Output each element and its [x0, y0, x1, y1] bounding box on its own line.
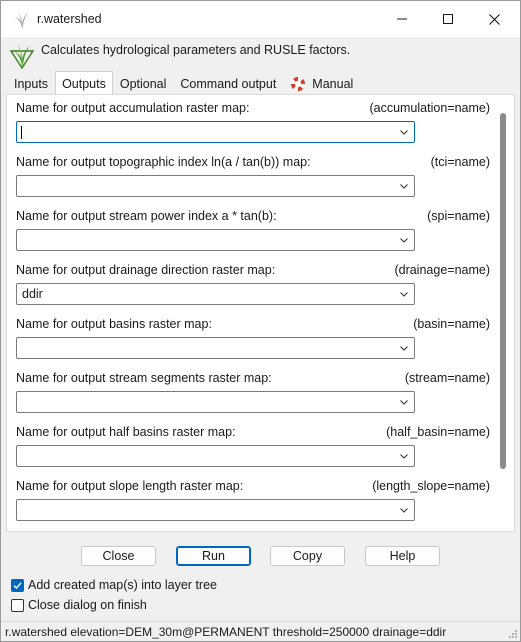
run-button[interactable]: Run: [176, 546, 251, 566]
text-caret: [21, 126, 22, 139]
title-bar[interactable]: r.watershed: [1, 1, 520, 37]
field-param: (half_basin=name): [386, 425, 490, 439]
field-param: (stream=name): [404, 371, 490, 385]
tab-bar: Inputs Outputs Optional Command output M…: [7, 71, 360, 95]
accumulation-combobox[interactable]: [16, 121, 415, 143]
lifebuoy-icon: [291, 76, 306, 91]
module-description: Calculates hydrological parameters and R…: [41, 43, 351, 57]
chevron-down-icon[interactable]: [398, 504, 410, 516]
half-basin-combobox[interactable]: [16, 445, 415, 467]
grass-logo-icon: [9, 44, 35, 69]
close-window-button[interactable]: [471, 1, 517, 37]
chevron-down-icon[interactable]: [398, 180, 410, 192]
tci-combobox[interactable]: [16, 175, 415, 197]
field-param: (basin=name): [413, 317, 490, 331]
tci-field: Name for output topographic index ln(a /…: [16, 155, 490, 201]
close-on-finish-checkbox[interactable]: Close dialog on finish: [11, 596, 271, 614]
maximize-button[interactable]: [425, 1, 471, 37]
close-button[interactable]: Close: [81, 546, 156, 566]
checkbox-label: Add created map(s) into layer tree: [28, 578, 217, 592]
basin-combobox[interactable]: [16, 337, 415, 359]
length-slope-combobox[interactable]: [16, 499, 415, 521]
resize-grip-icon[interactable]: [508, 629, 518, 639]
tab-label: Manual: [312, 76, 354, 91]
field-param: (accumulation=name): [369, 101, 490, 115]
tab-manual[interactable]: Manual: [283, 71, 360, 95]
tab-label: Outputs: [62, 76, 106, 91]
field-label: Name for output stream power index a * t…: [16, 209, 277, 223]
checkmark-icon: [13, 581, 22, 589]
minimize-button[interactable]: [379, 1, 425, 37]
field-label: Name for output accumulation raster map:: [16, 101, 250, 115]
field-label: Name for output slope length raster map:: [16, 479, 244, 493]
drainage-field: Name for output drainage direction raste…: [16, 263, 490, 309]
dialog-window: r.watershed Calculates hydrological para…: [0, 0, 521, 642]
tab-label: Inputs: [14, 76, 49, 91]
chevron-down-icon[interactable]: [398, 342, 410, 354]
field-param: (drainage=name): [394, 263, 490, 277]
chevron-down-icon[interactable]: [398, 396, 410, 408]
tab-label: Optional: [119, 76, 167, 91]
help-button[interactable]: Help: [365, 546, 440, 566]
close-icon: [488, 13, 500, 25]
basin-field: Name for output basins raster map: (basi…: [16, 317, 490, 363]
module-header: Calculates hydrological parameters and R…: [1, 37, 520, 71]
drainage-combobox[interactable]: ddir: [16, 283, 415, 305]
half-basin-field: Name for output half basins raster map: …: [16, 425, 490, 471]
accumulation-field: Name for output accumulation raster map:…: [16, 101, 490, 147]
field-label: Name for output stream segments raster m…: [16, 371, 272, 385]
tab-optional[interactable]: Optional: [113, 71, 174, 95]
window-title: r.watershed: [37, 12, 102, 26]
tab-label: Command output: [180, 76, 277, 91]
copy-button[interactable]: Copy: [270, 546, 345, 566]
checkbox-label: Close dialog on finish: [28, 598, 147, 612]
chevron-down-icon[interactable]: [398, 126, 410, 138]
grass-icon: [15, 12, 28, 28]
combobox-value: ddir: [22, 287, 43, 301]
chevron-down-icon[interactable]: [398, 288, 410, 300]
stream-field: Name for output stream segments raster m…: [16, 371, 490, 417]
field-label: Name for output basins raster map:: [16, 317, 212, 331]
length-slope-field: Name for output slope length raster map:…: [16, 479, 490, 525]
spi-field: Name for output stream power index a * t…: [16, 209, 490, 255]
checkbox-unchecked[interactable]: [11, 598, 24, 612]
field-label: Name for output half basins raster map:: [16, 425, 236, 439]
add-to-layer-tree-checkbox[interactable]: Add created map(s) into layer tree: [11, 576, 271, 594]
chevron-down-icon[interactable]: [398, 234, 410, 246]
checkbox-checked[interactable]: [11, 578, 24, 592]
tab-outputs[interactable]: Outputs: [55, 71, 113, 95]
vertical-scrollbar[interactable]: [500, 113, 506, 469]
maximize-icon: [443, 14, 453, 24]
field-param: (length_slope=name): [372, 479, 490, 493]
field-label: Name for output drainage direction raste…: [16, 263, 276, 277]
command-preview: r.watershed elevation=DEM_30m@PERMANENT …: [5, 625, 447, 639]
stream-combobox[interactable]: [16, 391, 415, 413]
outputs-panel: Name for output accumulation raster map:…: [6, 94, 515, 532]
field-param: (tci=name): [430, 155, 490, 169]
spi-combobox[interactable]: [16, 229, 415, 251]
field-param: (spi=name): [427, 209, 490, 223]
chevron-down-icon[interactable]: [398, 450, 410, 462]
minimize-icon: [397, 18, 407, 20]
field-label: Name for output topographic index ln(a /…: [16, 155, 311, 169]
tab-command-output[interactable]: Command output: [173, 71, 283, 95]
status-bar: r.watershed elevation=DEM_30m@PERMANENT …: [1, 621, 520, 641]
tab-inputs[interactable]: Inputs: [7, 71, 55, 95]
